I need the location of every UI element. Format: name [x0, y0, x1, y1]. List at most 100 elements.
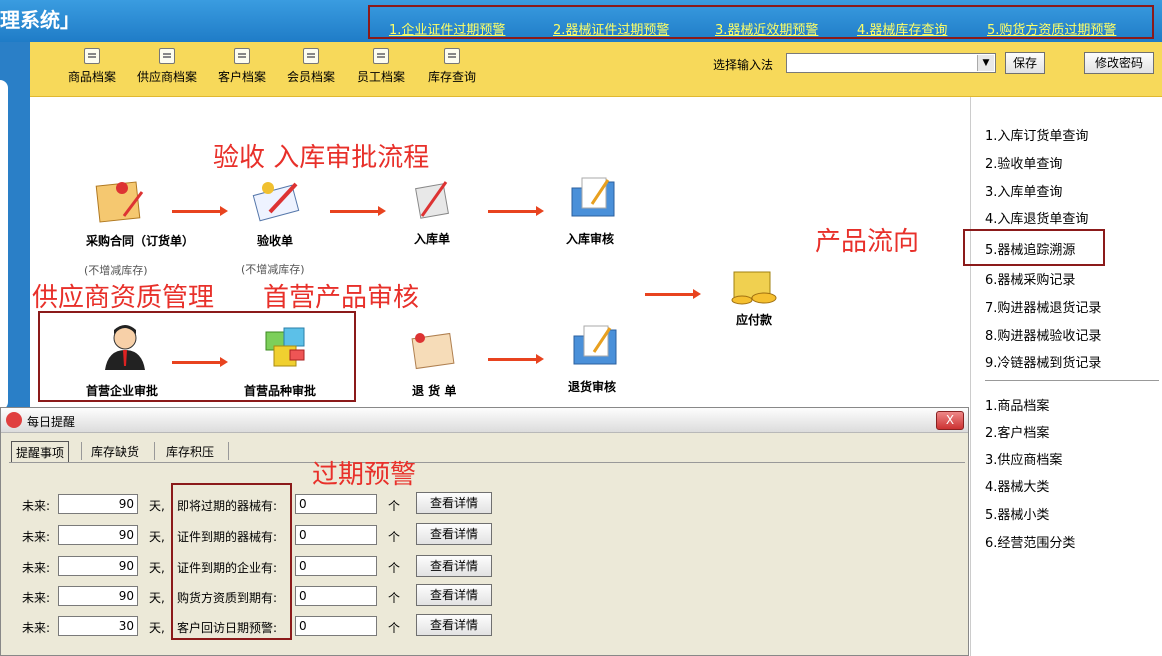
rp-item-inbound-query[interactable]: 3.入库单查询 — [985, 181, 1062, 200]
node-warehousing-review[interactable]: 入库审核 — [566, 230, 614, 247]
days-input[interactable] — [58, 586, 138, 606]
day-label: 天, — [149, 591, 165, 605]
customer-visit-warning-label: 客户回访日期预警: — [177, 621, 278, 635]
alert-link-device-cert[interactable]: 2.器械证件过期预警 — [553, 19, 669, 38]
chevron-down-icon[interactable]: ▼ — [977, 55, 994, 71]
view-details-button[interactable]: 查看详情 — [416, 492, 492, 514]
device-cert-expiry-label: 证件到期的器械有: — [177, 530, 278, 544]
future-label: 未来: — [22, 591, 51, 605]
rp-item-purchase-return-record[interactable]: 7.购进器械退货记录 — [985, 297, 1101, 316]
document-edit-icon — [303, 48, 319, 64]
tab-reminders[interactable]: 提醒事项 — [11, 441, 70, 463]
count-field[interactable] — [295, 525, 377, 545]
rp-item-supplier-file[interactable]: 3.供应商档案 — [985, 449, 1062, 468]
days-input[interactable] — [58, 616, 138, 636]
alert-link-stock-query[interactable]: 4.器械库存查询 — [857, 19, 947, 38]
app-title: 理系统」 — [0, 8, 80, 32]
toolbar-customer-file-button[interactable]: 客户档案 — [218, 48, 266, 85]
document-edit-icon — [234, 48, 250, 64]
ime-select[interactable]: ▼ — [786, 53, 996, 73]
person-icon[interactable] — [100, 322, 150, 372]
change-password-button[interactable]: 修改密码 — [1084, 52, 1154, 74]
return-form-icon[interactable] — [408, 330, 458, 374]
rp-item-purchase-record[interactable]: 6.器械采购记录 — [985, 269, 1075, 288]
contract-icon[interactable] — [94, 178, 146, 224]
unit-label: 个 — [388, 561, 401, 575]
tab-separator — [81, 442, 82, 460]
document-edit-icon — [84, 48, 100, 64]
node-purchase-contract[interactable]: 采购合同（订货单） — [86, 232, 194, 249]
view-details-button[interactable]: 查看详情 — [416, 614, 492, 636]
rp-item-device-category[interactable]: 4.器械大类 — [985, 476, 1049, 495]
warehousing-icon[interactable] — [410, 176, 456, 222]
rp-item-inbound-return-query[interactable]: 4.入库退货单查询 — [985, 208, 1088, 227]
days-input[interactable] — [58, 525, 138, 545]
view-details-button[interactable]: 查看详情 — [416, 523, 492, 545]
dialog-titlebar[interactable]: 每日提醒 X — [1, 408, 968, 433]
future-label: 未来: — [22, 499, 51, 513]
rp-item-cold-chain-arrival-record[interactable]: 9.冷链器械到货记录 — [985, 352, 1101, 371]
arrow-right-icon — [645, 289, 701, 299]
rp-item-device-subcategory[interactable]: 5.器械小类 — [985, 504, 1049, 523]
node-payable[interactable]: 应付款 — [736, 311, 772, 328]
enterprise-cert-expiry-label: 证件到期的企业有: — [177, 561, 278, 575]
node-first-enterprise[interactable]: 首营企业审批 — [86, 382, 158, 399]
workflow-title-acceptance: 验收 入库审批流程 — [213, 143, 430, 173]
rp-divider — [985, 380, 1159, 381]
close-icon[interactable]: X — [936, 411, 964, 430]
rp-item-customer-file[interactable]: 2.客户档案 — [985, 422, 1049, 441]
folder-review-icon[interactable] — [568, 174, 620, 222]
arrow-right-icon — [330, 206, 386, 216]
days-input[interactable] — [58, 494, 138, 514]
toolbar-member-file-button[interactable]: 会员档案 — [287, 48, 335, 85]
workflow-title-flow: 产品流向 — [815, 227, 920, 257]
arrow-right-icon — [172, 357, 228, 367]
tab-stock-shortage[interactable]: 库存缺货 — [87, 441, 143, 462]
tab-stock-overstock[interactable]: 库存积压 — [162, 441, 218, 462]
magnifier-document-icon — [444, 48, 460, 64]
toolbar-supplier-file-button[interactable]: 供应商档案 — [137, 48, 197, 85]
traceability-highlight-box — [963, 229, 1105, 266]
warning-title: 过期预警 — [312, 460, 417, 490]
count-field[interactable] — [295, 556, 377, 576]
node-first-variety[interactable]: 首营品种审批 — [244, 382, 316, 399]
ime-label: 选择输入法 — [713, 58, 774, 72]
days-input[interactable] — [58, 556, 138, 576]
payable-money-icon[interactable] — [726, 262, 784, 308]
tab-separator — [154, 442, 155, 460]
view-details-button[interactable]: 查看详情 — [416, 555, 492, 577]
rp-item-purchase-acceptance-record[interactable]: 8.购进器械验收记录 — [985, 325, 1101, 344]
app-logo-icon — [6, 412, 22, 428]
count-field[interactable] — [295, 586, 377, 606]
node-warehousing[interactable]: 入库单 — [414, 230, 450, 247]
rp-item-business-scope[interactable]: 6.经营范围分类 — [985, 532, 1075, 551]
rp-item-acceptance-query[interactable]: 2.验收单查询 — [985, 153, 1062, 172]
node-return[interactable]: 退 货 单 — [412, 382, 456, 399]
alert-link-buyer-qualification[interactable]: 5.购货方资质过期预警 — [987, 19, 1116, 38]
tab-separator — [228, 442, 229, 460]
document-edit-icon — [159, 48, 175, 64]
dialog-title: 每日提醒 — [27, 415, 76, 429]
toolbar-product-file-button[interactable]: 商品档案 — [68, 48, 116, 85]
node-acceptance[interactable]: 验收单 — [257, 232, 293, 249]
alert-link-near-expiry[interactable]: 3.器械近效期预警 — [715, 19, 818, 38]
count-field[interactable] — [295, 616, 377, 636]
node-return-review[interactable]: 退货审核 — [568, 378, 616, 395]
alert-links-box: 1.企业证件过期预警 2.器械证件过期预警 3.器械近效期预警 4.器械库存查询… — [368, 5, 1154, 39]
rp-item-inbound-order-query[interactable]: 1.入库订货单查询 — [985, 125, 1088, 144]
left-sidebar-tab — [0, 80, 8, 410]
toolbar-employee-file-button[interactable]: 员工档案 — [357, 48, 405, 85]
toolbar-button-label: 供应商档案 — [137, 70, 198, 84]
workflow-title-supplier: 供应商资质管理 — [32, 283, 215, 313]
count-field[interactable] — [295, 494, 377, 514]
alert-link-enterprise-cert[interactable]: 1.企业证件过期预警 — [389, 19, 505, 38]
arrow-right-icon — [488, 354, 544, 364]
acceptance-form-icon[interactable] — [252, 176, 304, 224]
view-details-button[interactable]: 查看详情 — [416, 584, 492, 606]
folder-review-icon[interactable] — [570, 322, 622, 370]
save-button[interactable]: 保存 — [1005, 52, 1045, 74]
future-label: 未来: — [22, 530, 51, 544]
toolbar-stock-query-button[interactable]: 库存查询 — [428, 48, 476, 85]
product-blocks-icon[interactable] — [262, 324, 310, 370]
rp-item-product-file[interactable]: 1.商品档案 — [985, 395, 1049, 414]
